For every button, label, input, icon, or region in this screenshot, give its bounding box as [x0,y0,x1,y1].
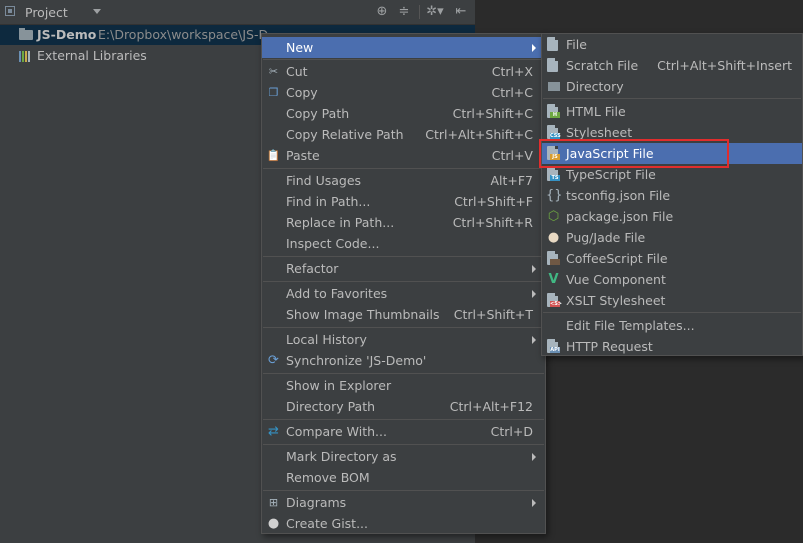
submenu-item-file[interactable]: File [542,34,802,55]
menu-separator [263,373,544,374]
copy-icon: ❐ [268,86,279,99]
menu-item-add-to-favorites[interactable]: Add to Favorites [262,283,545,304]
menu-item-mark-directory-as[interactable]: Mark Directory as [262,446,545,467]
menu-separator [543,312,801,313]
submenu-arrow-icon [532,499,536,507]
css-file-icon: CSS [547,125,561,139]
file-icon [547,37,558,51]
menu-separator [263,490,544,491]
submenu-item-http-request[interactable]: API HTTP Request [542,336,802,357]
submenu-arrow-icon [532,44,536,52]
compare-icon: ⇄ [268,424,279,439]
project-panel-title[interactable]: Project [25,5,68,20]
menu-item-copy[interactable]: ❐ Copy Ctrl+C [262,82,545,103]
menu-separator [263,256,544,257]
submenu-arrow-icon [532,336,536,344]
hide-panel-icon[interactable]: ⇤ [454,4,468,20]
project-path: E:\Dropbox\workspace\JS-D [98,27,269,42]
scratch-file-icon [547,58,558,72]
libraries-icon [19,51,33,62]
menu-item-remove-bom[interactable]: Remove BOM [262,467,545,488]
submenu-item-package-json[interactable]: ⬡ package.json File [542,206,802,227]
nodejs-icon: ⬡ [547,209,560,224]
menu-item-show-image-thumbnails[interactable]: Show Image Thumbnails Ctrl+Shift+T [262,304,545,325]
menu-item-cut[interactable]: ✂ Cut Ctrl+X [262,61,545,82]
scissors-icon: ✂ [268,65,279,78]
menu-separator [543,98,801,99]
submenu-item-edit-file-templates[interactable]: Edit File Templates... [542,315,802,336]
new-submenu: File Scratch File Ctrl+Alt+Shift+Insert … [541,33,803,356]
submenu-arrow-icon [532,290,536,298]
menu-item-diagrams[interactable]: ⊞ Diagrams [262,492,545,513]
menu-item-copy-path[interactable]: Copy Path Ctrl+Shift+C [262,103,545,124]
paste-icon: 📋 [266,149,281,162]
menu-item-find-in-path[interactable]: Find in Path... Ctrl+Shift+F [262,191,545,212]
submenu-item-coffeescript[interactable]: CoffeeScript File [542,248,802,269]
sync-icon: ⟳ [268,353,279,368]
highlight-annotation-box [539,139,729,168]
tsconfig-icon: {} [546,188,563,203]
context-menu: New ✂ Cut Ctrl+X ❐ Copy Ctrl+C Copy Path… [261,33,546,534]
view-dropdown-icon[interactable] [93,9,101,14]
github-icon: ● [267,516,280,531]
project-icon [5,6,15,16]
project-panel-header: Project ⊕ ≑ ✲▾ ⇤ [0,0,475,25]
menu-item-paste[interactable]: 📋 Paste Ctrl+V [262,145,545,166]
menu-item-compare-with[interactable]: ⇄ Compare With... Ctrl+D [262,421,545,442]
submenu-item-directory[interactable]: Directory [542,76,802,97]
menu-item-synchronize[interactable]: ⟳ Synchronize 'JS-Demo' [262,350,545,371]
submenu-item-pug-jade[interactable]: ● Pug/Jade File [542,227,802,248]
menu-separator [263,59,544,60]
folder-icon [19,28,33,40]
menu-item-new[interactable]: New [262,37,545,58]
html-file-icon: H [547,104,560,118]
menu-item-refactor[interactable]: Refactor [262,258,545,279]
menu-item-local-history[interactable]: Local History [262,329,545,350]
menu-separator [263,281,544,282]
submenu-item-vue-component[interactable]: V Vue Component [542,269,802,290]
menu-item-copy-relative-path[interactable]: Copy Relative Path Ctrl+Alt+Shift+C [262,124,545,145]
http-request-icon: API [547,339,560,353]
menu-item-inspect-code[interactable]: Inspect Code... [262,233,545,254]
menu-separator [263,168,544,169]
menu-separator [263,444,544,445]
folder-icon [546,79,561,94]
external-libraries-label: External Libraries [37,48,147,63]
ts-file-icon: TS [547,167,560,181]
diagram-icon: ⊞ [268,496,279,509]
menu-item-find-usages[interactable]: Find Usages Alt+F7 [262,170,545,191]
pug-icon: ● [547,230,560,245]
menu-separator [263,419,544,420]
submenu-item-tsconfig[interactable]: {} tsconfig.json File [542,185,802,206]
project-name: JS-Demo [37,27,97,42]
submenu-item-scratch-file[interactable]: Scratch File Ctrl+Alt+Shift+Insert [542,55,802,76]
locate-icon[interactable]: ⊕ [375,4,389,20]
xslt-icon: <S> [547,293,562,307]
menu-item-create-gist[interactable]: ● Create Gist... [262,513,545,534]
menu-item-show-in-explorer[interactable]: Show in Explorer [262,375,545,396]
coffeescript-icon [547,251,560,265]
submenu-arrow-icon [532,453,536,461]
collapse-all-icon[interactable]: ≑ [397,4,411,20]
menu-item-replace-in-path[interactable]: Replace in Path... Ctrl+Shift+R [262,212,545,233]
submenu-item-xslt-stylesheet[interactable]: <S> XSLT Stylesheet [542,290,802,311]
vue-icon: V [548,272,559,287]
header-divider [419,5,420,19]
gear-icon[interactable]: ✲▾ [425,4,445,20]
submenu-arrow-icon [532,265,536,273]
submenu-item-html-file[interactable]: H HTML File [542,101,802,122]
menu-item-directory-path[interactable]: Directory Path Ctrl+Alt+F12 [262,396,545,417]
menu-separator [263,327,544,328]
